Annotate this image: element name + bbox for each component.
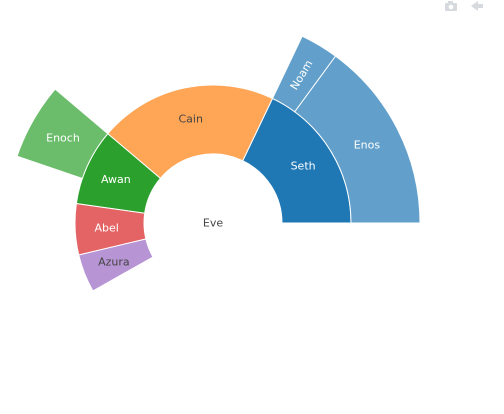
label-cain: Cain (178, 112, 202, 125)
sunburst-segments (16, 35, 421, 292)
camera-icon[interactable] (444, 0, 458, 12)
label-azura: Azura (98, 255, 130, 268)
modebar (424, 0, 504, 16)
label-awan: Awan (101, 173, 131, 186)
back-arrow-icon[interactable] (470, 0, 484, 12)
label-enoch: Enoch (46, 131, 80, 144)
label-abel: Abel (94, 221, 118, 234)
label-eve: Eve (203, 217, 223, 230)
label-enos: Enos (354, 139, 381, 152)
sunburst-chart: EveSethEnosNoamCainAwanEnochAbelAzura (16, 35, 421, 292)
label-seth: Seth (291, 160, 316, 173)
